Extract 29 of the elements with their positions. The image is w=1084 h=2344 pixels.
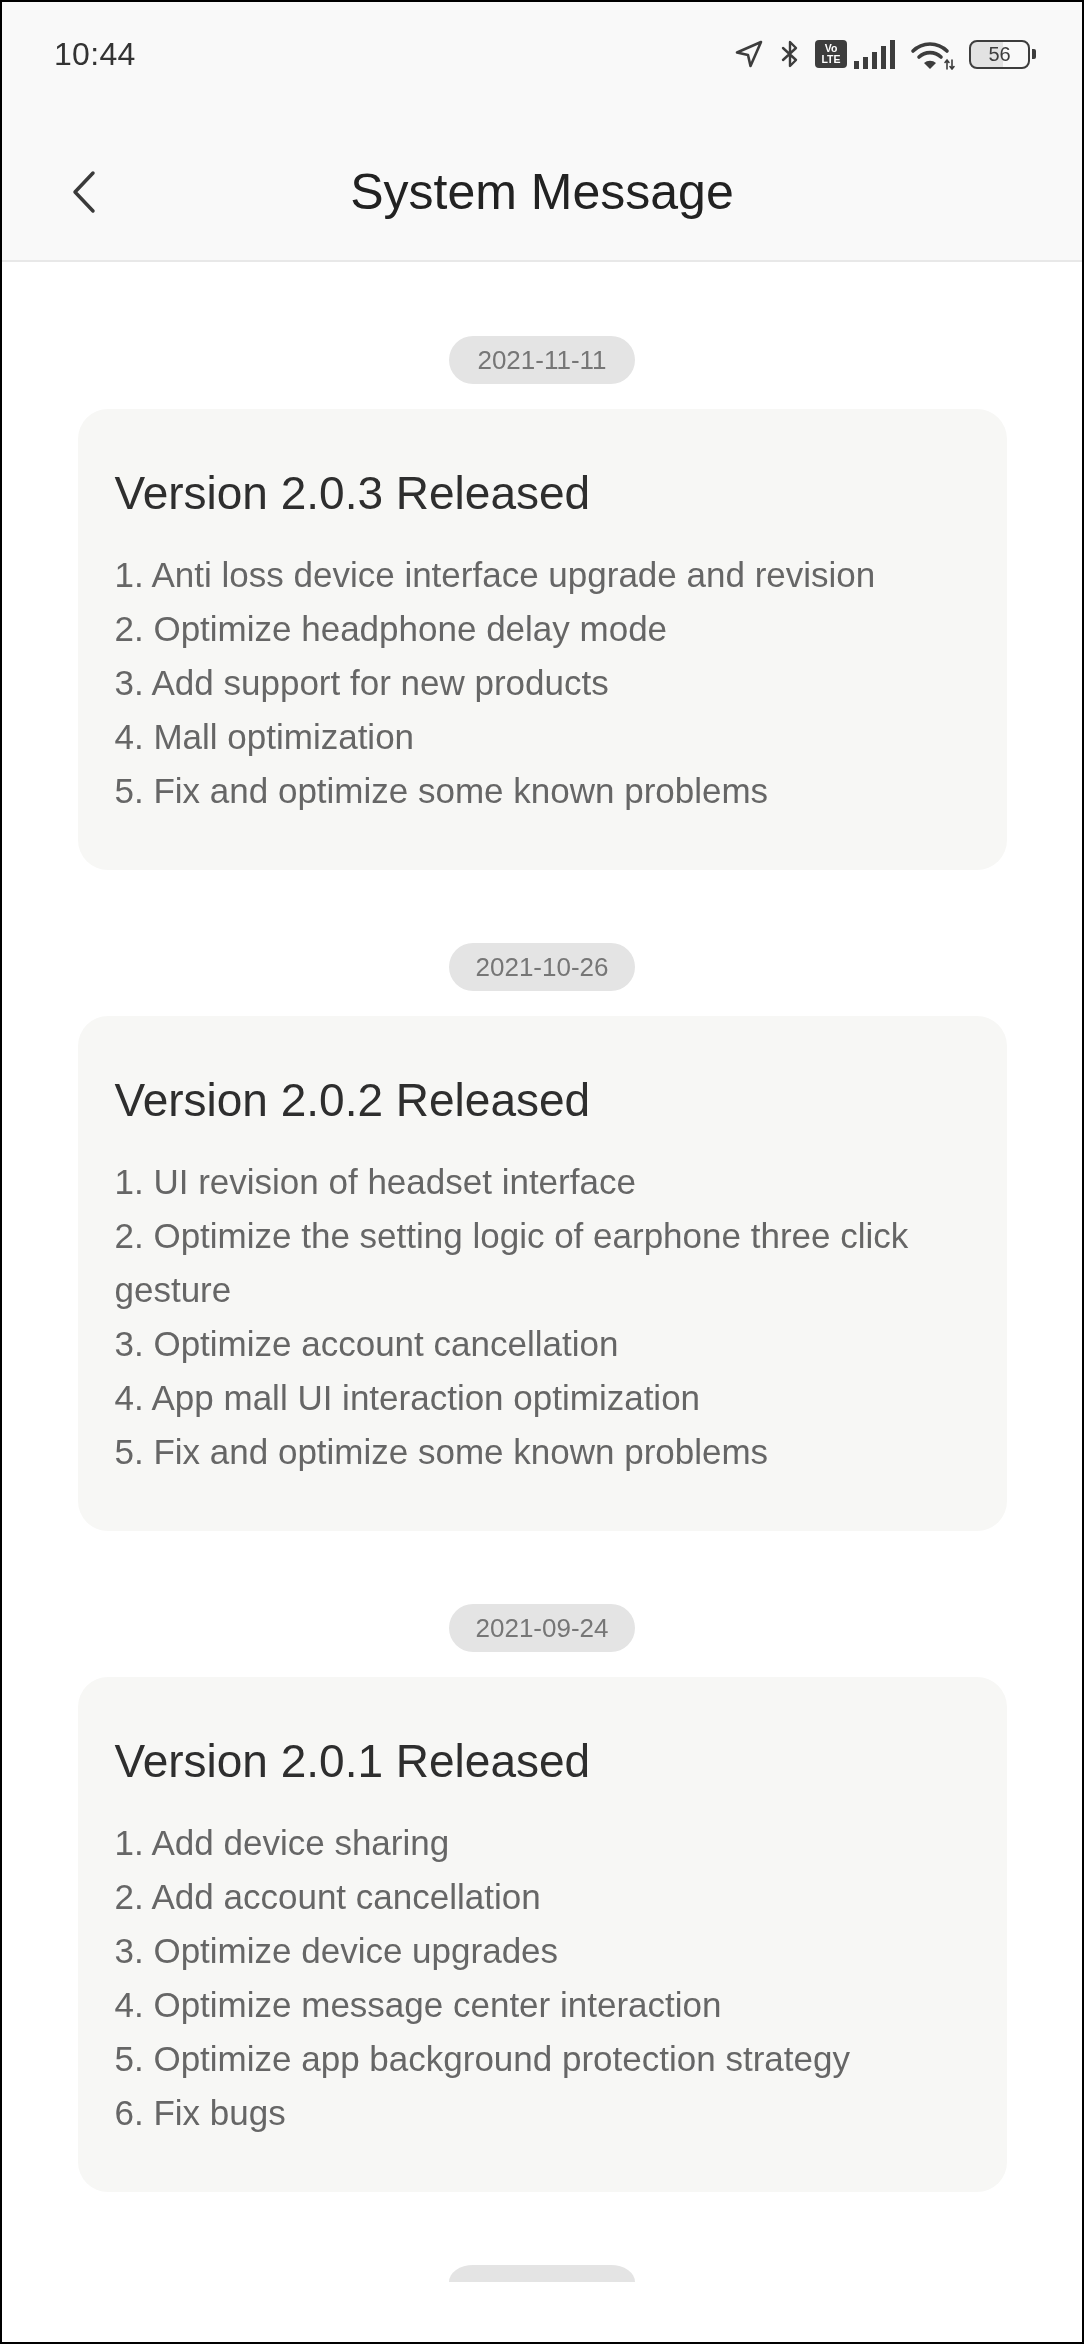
release-note: 2. Add account cancellation xyxy=(114,1876,542,1918)
release-note: 5. Fix and optimize some known problems xyxy=(114,770,770,812)
signal-bars-icon xyxy=(854,39,895,69)
release-note: 5. Fix and optimize some known problems xyxy=(114,1431,770,1473)
date-badge: 2021-11-11 xyxy=(449,336,635,384)
release-title: Version 2.0.2 Released xyxy=(114,1073,592,1128)
release-note: 1. UI revision of headset interface xyxy=(114,1161,637,1203)
release-note: 5. Optimize app background protection strategy xyxy=(114,2038,851,2080)
volte-badge: Vo LTE xyxy=(815,40,847,68)
release-note: 3. Optimize account cancellation xyxy=(114,1323,620,1365)
release-note: 1. Anti loss device interface upgrade and revision xyxy=(114,554,877,596)
release-title: Version 2.0.1 Released xyxy=(114,1734,592,1789)
status-time: 10:44 xyxy=(54,35,136,73)
battery-indicator: 56 xyxy=(969,39,1036,69)
release-note: 4. Mall optimization xyxy=(114,716,416,758)
release-note: 4. App mall UI interaction optimization xyxy=(114,1377,702,1419)
date-badge: 2021-10-26 xyxy=(449,943,635,991)
release-note: 2. Optimize headphone delay mode xyxy=(114,608,669,650)
page-title: System Message xyxy=(350,163,734,221)
chevron-left-icon xyxy=(71,170,97,214)
location-arrow-icon xyxy=(734,39,764,69)
release-note: 2. Optimize the setting logic of earphone three click gesture xyxy=(114,1215,910,1311)
release-note: 3. Optimize device upgrades xyxy=(114,1930,560,1972)
release-note: 4. Optimize message center interaction xyxy=(114,1984,723,2026)
release-note: 1. Add device sharing xyxy=(114,1822,451,1864)
date-badge: 2021-09-24 xyxy=(449,1604,635,1652)
release-title: Version 2.0.3 Released xyxy=(114,466,592,521)
release-note: 3. Add support for new products xyxy=(114,662,610,704)
release-note: 6. Fix bugs xyxy=(114,2092,287,2134)
